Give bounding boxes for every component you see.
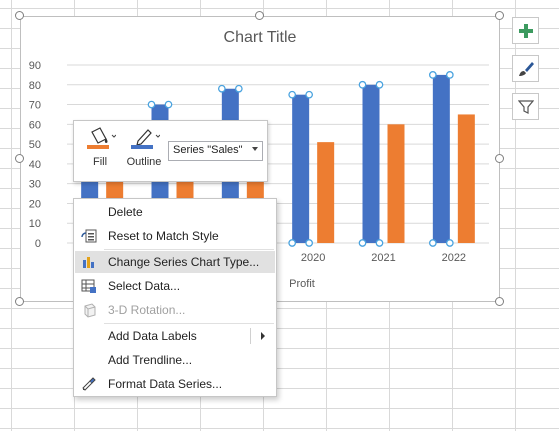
pen-outline-icon [131, 129, 161, 149]
bar-sales-2020[interactable] [292, 94, 310, 244]
y-tick-label: 10 [29, 218, 41, 230]
resize-handle-middle-left[interactable] [15, 154, 24, 163]
menu-item-3d-rotation[interactable]: 3-D Rotation... [75, 299, 275, 321]
menu-item-change-series-chart-type[interactable]: Change Series Chart Type... [75, 251, 275, 273]
menu-item-label: Add Data Labels [108, 329, 197, 343]
selection-handle[interactable] [305, 239, 314, 247]
y-tick-label: 40 [29, 159, 41, 171]
y-tick-label: 80 [29, 80, 41, 92]
resize-handle-middle-right[interactable] [495, 154, 504, 163]
context-menu: Delete Reset to Match Style Change Serie… [73, 198, 277, 397]
y-tick-label: 90 [29, 60, 41, 72]
menu-item-reset-to-match-style[interactable]: Reset to Match Style [75, 225, 275, 247]
format-series-icon [82, 377, 96, 391]
menu-item-label: 3-D Rotation... [108, 303, 186, 317]
menu-item-label: Select Data... [108, 279, 181, 293]
chevron-right-icon [261, 332, 265, 340]
resize-handle-top-center[interactable] [255, 11, 264, 20]
selection-handle[interactable] [288, 90, 297, 99]
select-data-icon [81, 279, 96, 293]
y-tick-label: 50 [29, 139, 41, 151]
fill-button[interactable]: Fill [78, 127, 122, 168]
y-tick-label: 70 [29, 100, 41, 112]
menu-item-format-data-series[interactable]: Format Data Series... [75, 373, 275, 395]
menu-item-label: Change Series Chart Type... [108, 255, 260, 269]
bar-sales-2022[interactable] [432, 74, 450, 243]
selection-handle[interactable] [375, 80, 384, 89]
filter-icon [517, 99, 534, 114]
series-select-value: Series "Sales" [173, 144, 243, 156]
chart-elements-button[interactable] [512, 17, 539, 44]
x-tick-label: 2021 [371, 252, 395, 264]
chart-filters-button[interactable] [512, 93, 539, 120]
menu-item-delete[interactable]: Delete [75, 201, 275, 223]
resize-handle-top-left[interactable] [15, 11, 24, 20]
menu-item-label: Reset to Match Style [108, 229, 219, 243]
rotation-3d-icon [84, 303, 96, 318]
outline-button[interactable]: Outline [122, 127, 166, 168]
y-tick-label: 0 [35, 238, 41, 250]
menu-item-add-data-labels[interactable]: Add Data Labels [75, 325, 275, 347]
y-tick-label: 60 [29, 119, 41, 131]
y-tick-label: 20 [29, 198, 41, 210]
menu-item-select-data[interactable]: Select Data... [75, 275, 275, 297]
resize-handle-bottom-right[interactable] [495, 297, 504, 306]
brush-icon [518, 61, 534, 76]
bar-profit-2022[interactable] [457, 114, 475, 243]
fill-label: Fill [92, 156, 108, 168]
bar-profit-2020[interactable] [317, 142, 335, 243]
menu-item-label: Delete [108, 205, 143, 219]
resize-handle-top-right[interactable] [495, 11, 504, 20]
bar-profit-2021[interactable] [387, 124, 405, 243]
series-select[interactable]: Series "Sales" [168, 141, 263, 161]
menu-item-label: Format Data Series... [108, 377, 223, 391]
selection-handle[interactable] [217, 84, 226, 93]
plus-icon [518, 23, 533, 38]
selection-handle[interactable] [234, 84, 243, 93]
chart-styles-button[interactable] [512, 55, 539, 82]
selection-handle[interactable] [445, 239, 454, 247]
selection-handle[interactable] [358, 80, 367, 89]
selection-handle[interactable] [288, 239, 297, 247]
chevron-down-icon [252, 147, 258, 151]
reset-style-icon [81, 229, 97, 243]
bar-sales-2021[interactable] [362, 84, 380, 244]
selection-handle[interactable] [147, 100, 156, 109]
mini-toolbar: Fill Outline Series "Sales" [73, 120, 268, 182]
selection-handle[interactable] [428, 71, 437, 79]
paint-bucket-icon [87, 127, 117, 149]
menu-item-add-trendline[interactable]: Add Trendline... [75, 349, 275, 371]
submenu-divider [250, 328, 251, 344]
outline-label: Outline [126, 156, 162, 168]
selection-handle[interactable] [428, 239, 437, 247]
x-tick-label: 2022 [442, 252, 466, 264]
selection-handle[interactable] [375, 239, 384, 247]
selection-handle[interactable] [164, 100, 173, 109]
resize-handle-bottom-left[interactable] [15, 297, 24, 306]
legend-label-profit[interactable]: Profit [289, 278, 315, 290]
menu-separator [104, 249, 274, 250]
menu-separator [104, 323, 274, 324]
selection-handle[interactable] [445, 71, 454, 79]
selection-handle[interactable] [358, 239, 367, 247]
menu-item-label: Add Trendline... [108, 353, 193, 367]
y-tick-label: 30 [29, 179, 41, 191]
x-tick-label: 2020 [301, 252, 325, 264]
chart-type-icon [83, 257, 94, 268]
selection-handle[interactable] [305, 90, 314, 99]
